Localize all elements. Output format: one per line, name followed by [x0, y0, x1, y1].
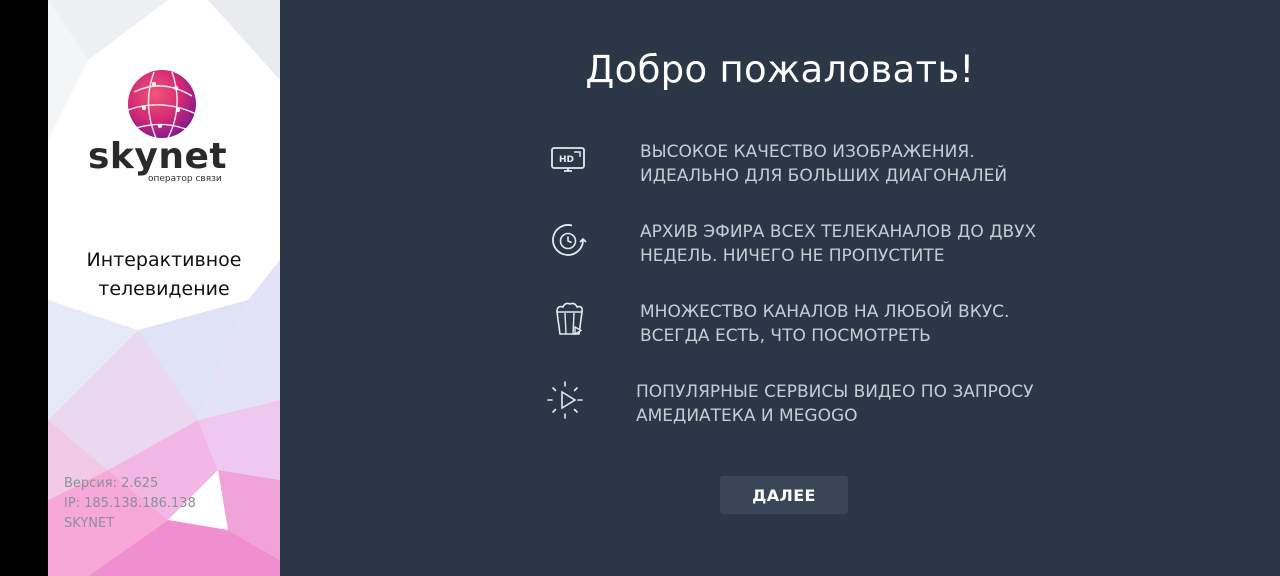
feature-text-line: ВЫСОКОЕ КАЧЕСТВО ИЗОБРАЖЕНИЯ. [640, 142, 975, 162]
svg-text:HD: HD [559, 155, 574, 165]
brand-subtitle: оператор связи [148, 174, 222, 184]
tagline: Интерактивное телевидение [48, 246, 280, 304]
feature-text-line: МНОЖЕСТВО КАНАЛОВ НА ЛЮБОЙ ВКУС. [640, 302, 1010, 322]
feature-text-line: ВСЕГДА ЕСТЬ, ЧТО ПОСМОТРЕТЬ [640, 326, 931, 346]
tagline-line: Интерактивное [86, 249, 242, 271]
system-info: Версия: 2.625 IP: 185.138.186.138 SKYNET [64, 474, 196, 534]
welcome-panel: Добро пожаловать! HD ВЫСОКОЕ КАЧЕСТВО ИЗ… [280, 0, 1280, 576]
sidebar: skynet оператор связи Интерактивное теле… [48, 0, 280, 576]
popcorn-icon [556, 302, 583, 336]
archive-clock-icon [552, 224, 587, 256]
feature-text-line: АРХИВ ЭФИРА ВСЕХ ТЕЛЕКАНАЛОВ ДО ДВУХ [640, 222, 1037, 242]
ip-label: IP: 185.138.186.138 [64, 496, 196, 511]
provider-label: SKYNET [64, 516, 115, 531]
version-label: Версия: 2.625 [64, 476, 159, 491]
feature-text-line: АМЕДИАТЕКА И MEGOGO [636, 406, 858, 426]
hd-tv-icon: HD [551, 147, 585, 172]
feature-text-line: ИДЕАЛЬНО ДЛЯ БОЛЬШИХ ДИАГОНАЛЕЙ [640, 166, 1008, 186]
feature-text-line: ПОПУЛЯРНЫЕ СЕРВИСЫ ВИДЕО ПО ЗАПРОСУ [636, 382, 1034, 402]
next-button[interactable]: ДАЛЕЕ [720, 476, 848, 514]
tagline-line: телевидение [98, 278, 230, 300]
play-video-icon [547, 381, 583, 419]
brand-name: skynet [88, 136, 228, 177]
page-title: Добро пожаловать! [585, 48, 975, 91]
feature-text-line: НЕДЕЛЬ. НИЧЕГО НЕ ПРОПУСТИТЕ [640, 246, 945, 266]
